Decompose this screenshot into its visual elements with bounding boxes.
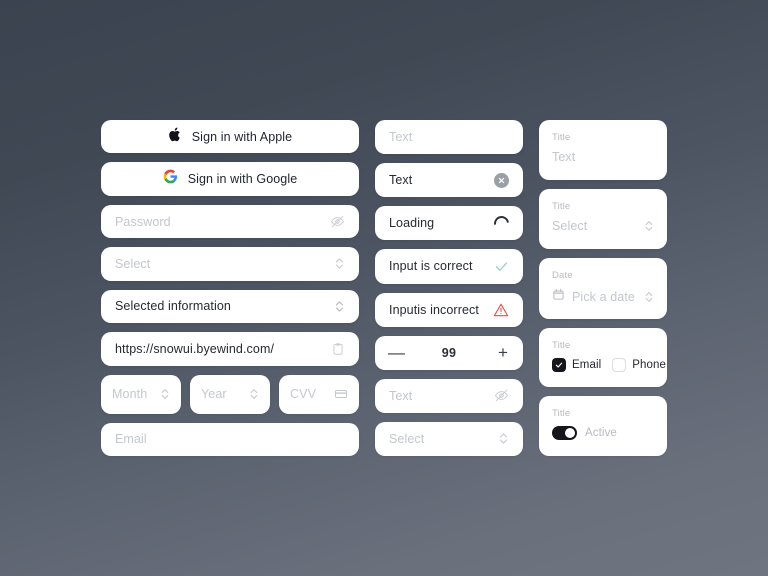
middle-column: Text Text Loading Input is correct Input… bbox=[375, 120, 523, 456]
toggle-switch[interactable] bbox=[552, 426, 577, 441]
select-filled-value: Selected information bbox=[115, 299, 231, 314]
checkbox-unchecked-icon[interactable] bbox=[612, 357, 627, 372]
chevron-updown-icon[interactable] bbox=[160, 387, 170, 401]
select-card-placeholder: Select bbox=[552, 218, 588, 233]
date-card-placeholder: Pick a date bbox=[572, 289, 635, 304]
toggle-card: Title Active bbox=[539, 396, 667, 456]
chevron-updown-icon[interactable] bbox=[334, 256, 345, 271]
text-input-loading[interactable]: Loading bbox=[375, 206, 523, 241]
select-empty-placeholder: Select bbox=[115, 256, 151, 271]
titled-text-card[interactable]: Title Text bbox=[539, 120, 667, 180]
card-cvv-input[interactable]: CVV bbox=[279, 374, 359, 414]
clipboard-icon[interactable] bbox=[331, 342, 345, 356]
valid-label: Input is correct bbox=[389, 259, 473, 274]
email-input[interactable]: Email bbox=[101, 422, 359, 456]
chevron-updown-icon[interactable] bbox=[249, 387, 259, 401]
text-input-valid[interactable]: Input is correct bbox=[375, 249, 523, 284]
credit-card-icon bbox=[334, 387, 348, 401]
right-column: Title Text Title Select Date Pick a date… bbox=[539, 120, 667, 456]
email-placeholder: Email bbox=[115, 432, 147, 447]
choice-card-title: Title bbox=[552, 339, 571, 351]
text-input-hidden[interactable]: Text bbox=[375, 378, 523, 413]
left-column: Sign in with Apple Sign in with Google P… bbox=[101, 120, 359, 456]
loading-label: Loading bbox=[389, 216, 435, 231]
eye-off-icon[interactable] bbox=[330, 214, 345, 229]
apple-button-label: Sign in with Apple bbox=[191, 129, 293, 144]
chevron-updown-icon[interactable] bbox=[334, 299, 345, 314]
text-clearable-value: Text bbox=[389, 173, 413, 188]
warning-triangle-icon bbox=[493, 302, 509, 318]
checkbox-email[interactable]: Email bbox=[552, 357, 602, 372]
text-card-placeholder: Text bbox=[552, 150, 576, 164]
google-logo-icon bbox=[163, 169, 178, 189]
sign-in-with-google-button[interactable]: Sign in with Google bbox=[101, 162, 359, 196]
toggle-card-title: Title bbox=[552, 408, 571, 420]
select-card-title: Title bbox=[552, 200, 571, 212]
card-details-row: Month Year CVV bbox=[101, 374, 359, 414]
clear-circle-icon[interactable] bbox=[494, 172, 509, 188]
card-year-select[interactable]: Year bbox=[190, 374, 270, 414]
month-placeholder: Month bbox=[112, 387, 148, 402]
select-filled[interactable]: Selected information bbox=[101, 289, 359, 324]
select-disabled-placeholder: Select bbox=[389, 431, 425, 446]
toggle-label: Active bbox=[585, 427, 617, 440]
checkbox-phone-label: Phone bbox=[632, 358, 667, 371]
check-icon bbox=[494, 259, 509, 274]
chevron-updown-icon[interactable] bbox=[644, 219, 654, 233]
calendar-icon bbox=[552, 288, 565, 306]
select-disabled[interactable]: Select bbox=[375, 421, 523, 456]
chevron-updown-icon[interactable] bbox=[644, 290, 654, 304]
components-showcase: Sign in with Apple Sign in with Google P… bbox=[101, 120, 667, 456]
stepper-decrement-button[interactable]: — bbox=[388, 344, 405, 361]
url-input[interactable]: https://snowui.byewind.com/ bbox=[101, 332, 359, 366]
text-input-empty[interactable]: Text bbox=[375, 120, 523, 155]
chevron-updown-icon[interactable] bbox=[498, 431, 509, 446]
select-empty[interactable]: Select bbox=[101, 247, 359, 281]
choice-card: Title Email Phone bbox=[539, 327, 667, 388]
text-input-clearable[interactable]: Text bbox=[375, 163, 523, 198]
password-input[interactable]: Password bbox=[101, 204, 359, 239]
date-picker-card[interactable]: Date Pick a date bbox=[539, 257, 667, 319]
spinner-icon bbox=[491, 212, 512, 234]
number-stepper[interactable]: — 99 + bbox=[375, 335, 523, 370]
checkbox-phone[interactable]: Phone bbox=[612, 357, 667, 372]
text-empty-placeholder: Text bbox=[389, 130, 413, 145]
checkbox-email-label: Email bbox=[572, 358, 602, 371]
stepper-value: 99 bbox=[441, 345, 457, 360]
stepper-increment-button[interactable]: + bbox=[496, 344, 510, 361]
password-placeholder: Password bbox=[115, 214, 171, 229]
apple-logo-icon bbox=[168, 126, 182, 148]
titled-select-card[interactable]: Title Select bbox=[539, 188, 667, 249]
text-card-title: Title bbox=[552, 132, 571, 143]
card-month-select[interactable]: Month bbox=[101, 374, 181, 414]
eye-off-icon[interactable] bbox=[494, 388, 509, 403]
checkbox-checked-icon[interactable] bbox=[552, 357, 566, 372]
year-placeholder: Year bbox=[201, 387, 227, 402]
date-card-title: Date bbox=[552, 269, 573, 281]
invalid-label: Inputis incorrect bbox=[389, 302, 479, 317]
google-button-label: Sign in with Google bbox=[187, 172, 298, 187]
text-hidden-placeholder: Text bbox=[389, 388, 413, 403]
sign-in-with-apple-button[interactable]: Sign in with Apple bbox=[101, 120, 359, 154]
cvv-placeholder: CVV bbox=[290, 387, 317, 402]
url-value: https://snowui.byewind.com/ bbox=[115, 341, 275, 356]
text-input-invalid[interactable]: Inputis incorrect bbox=[375, 292, 523, 327]
